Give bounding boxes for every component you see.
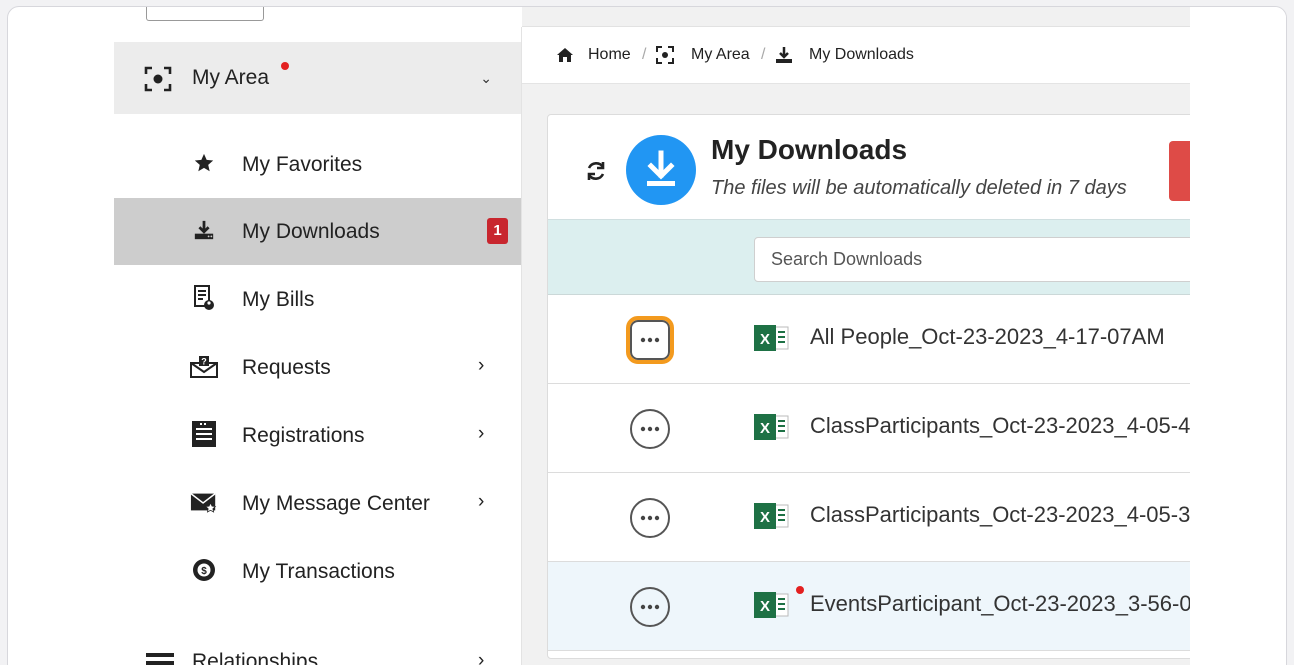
search-bar: [548, 219, 1190, 295]
sidebar-item-label: My Transactions: [242, 560, 395, 583]
more-options-button[interactable]: [630, 498, 670, 538]
excel-file-icon: X: [754, 414, 789, 440]
file-name[interactable]: ClassParticipants_Oct-23-2023_4-05-4: [810, 413, 1190, 439]
sidebar-item-label: My Bills: [242, 288, 315, 311]
dollar-cycle-icon: $: [190, 556, 218, 584]
app-window: My Area ⌄ My Favorites My Downloads 1 My…: [7, 6, 1287, 665]
main-content: Home / My Area / My Downloads My Downloa…: [522, 7, 1190, 665]
download-row: X ClassParticipants_Oct-23-2023_4-05-3: [548, 473, 1190, 562]
sidebar-item-label: Requests: [242, 356, 331, 379]
more-options-button[interactable]: [630, 587, 670, 627]
breadcrumb-my-area[interactable]: My Area: [691, 46, 750, 64]
relationships-icon: [146, 653, 174, 665]
sidebar-item-requests[interactable]: ? Requests ›: [114, 334, 522, 401]
breadcrumb: Home / My Area / My Downloads: [522, 27, 1190, 84]
sidebar-section-my-area[interactable]: My Area ⌄: [114, 42, 522, 114]
sidebar-item-label: Registrations: [242, 424, 365, 447]
chevron-right-icon: ›: [478, 491, 485, 512]
my-area-label: My Area: [192, 66, 270, 89]
page-title: My Downloads: [711, 134, 908, 165]
sidebar: My Area ⌄ My Favorites My Downloads 1 My…: [114, 7, 522, 665]
sidebar-item-my-message-center[interactable]: My Message Center ›: [114, 470, 522, 537]
sidebar-item-label: My Message Center: [242, 492, 430, 515]
download-tray-icon: [190, 216, 218, 244]
chevron-down-icon[interactable]: ⌄: [480, 70, 492, 87]
sidebar-item-my-downloads[interactable]: My Downloads 1: [114, 198, 522, 265]
excel-file-icon: X: [754, 503, 789, 529]
download-row: X ClassParticipants_Oct-23-2023_4-05-4: [548, 384, 1190, 473]
envelope-star-icon: [190, 488, 218, 516]
star-icon: [190, 149, 218, 177]
ellipsis-icon: [640, 426, 660, 432]
bill-icon: [190, 284, 218, 312]
svg-text:X: X: [760, 598, 770, 615]
ellipsis-icon: [640, 515, 660, 521]
more-options-button[interactable]: [626, 316, 674, 364]
relationships-label: Relationships: [192, 650, 319, 665]
sidebar-item-my-transactions[interactable]: $ My Transactions: [114, 538, 522, 605]
download-row: X EventsParticipant_Oct-23-2023_3-56-0: [548, 562, 1190, 651]
sidebar-section-relationships[interactable]: Relationships ›: [114, 642, 522, 665]
breadcrumb-separator: /: [761, 46, 766, 63]
svg-text:$: $: [201, 566, 207, 577]
svg-text:X: X: [760, 331, 770, 348]
right-gutter: [1190, 7, 1286, 665]
file-name[interactable]: ClassParticipants_Oct-23-2023_4-05-3: [810, 502, 1190, 528]
download-row: X All People_Oct-23-2023_4-17-07AM: [548, 295, 1190, 384]
notification-dot: [281, 62, 289, 70]
ellipsis-icon: [640, 604, 660, 610]
chevron-right-icon: ›: [478, 423, 485, 444]
search-input[interactable]: [754, 237, 1190, 282]
breadcrumb-home[interactable]: Home: [588, 46, 631, 64]
sidebar-item-registrations[interactable]: Registrations ›: [114, 402, 522, 469]
download-icon: [626, 135, 696, 205]
focus-target-icon: [656, 46, 674, 64]
sidebar-item-my-favorites[interactable]: My Favorites: [114, 131, 522, 198]
breadcrumb-my-downloads: My Downloads: [809, 46, 914, 63]
downloads-count-badge: 1: [487, 218, 508, 244]
delete-all-button[interactable]: [1169, 141, 1190, 201]
ellipsis-icon: [640, 337, 660, 343]
chevron-right-icon: ›: [478, 650, 485, 665]
downloads-panel: My Downloads The files will be automatic…: [547, 114, 1190, 659]
focus-target-icon: [144, 66, 172, 92]
page-subtitle: The files will be automatically deleted …: [711, 177, 1127, 199]
file-name[interactable]: All People_Oct-23-2023_4-17-07AM: [810, 324, 1165, 350]
refresh-icon[interactable]: [584, 159, 608, 183]
list-document-icon: [190, 420, 218, 448]
sidebar-item-label: My Favorites: [242, 153, 363, 176]
chevron-right-icon: ›: [478, 355, 485, 376]
svg-text:X: X: [760, 420, 770, 437]
downloads-header: My Downloads The files will be automatic…: [548, 115, 1190, 219]
svg-text:?: ?: [201, 357, 207, 367]
sidebar-item-label: My Downloads: [242, 220, 380, 243]
mail-question-icon: ?: [190, 352, 218, 380]
file-name[interactable]: EventsParticipant_Oct-23-2023_3-56-0: [810, 591, 1190, 617]
new-file-dot: [796, 586, 804, 594]
excel-file-icon: X: [754, 325, 789, 351]
sidebar-item-my-bills[interactable]: My Bills: [114, 266, 522, 333]
more-options-button[interactable]: [630, 409, 670, 449]
home-icon: [557, 48, 573, 62]
breadcrumb-separator: /: [642, 46, 647, 63]
excel-file-icon: X: [754, 592, 789, 618]
sidebar-top-box: [146, 7, 264, 21]
download-tray-icon: [776, 47, 792, 63]
svg-text:X: X: [760, 509, 770, 526]
